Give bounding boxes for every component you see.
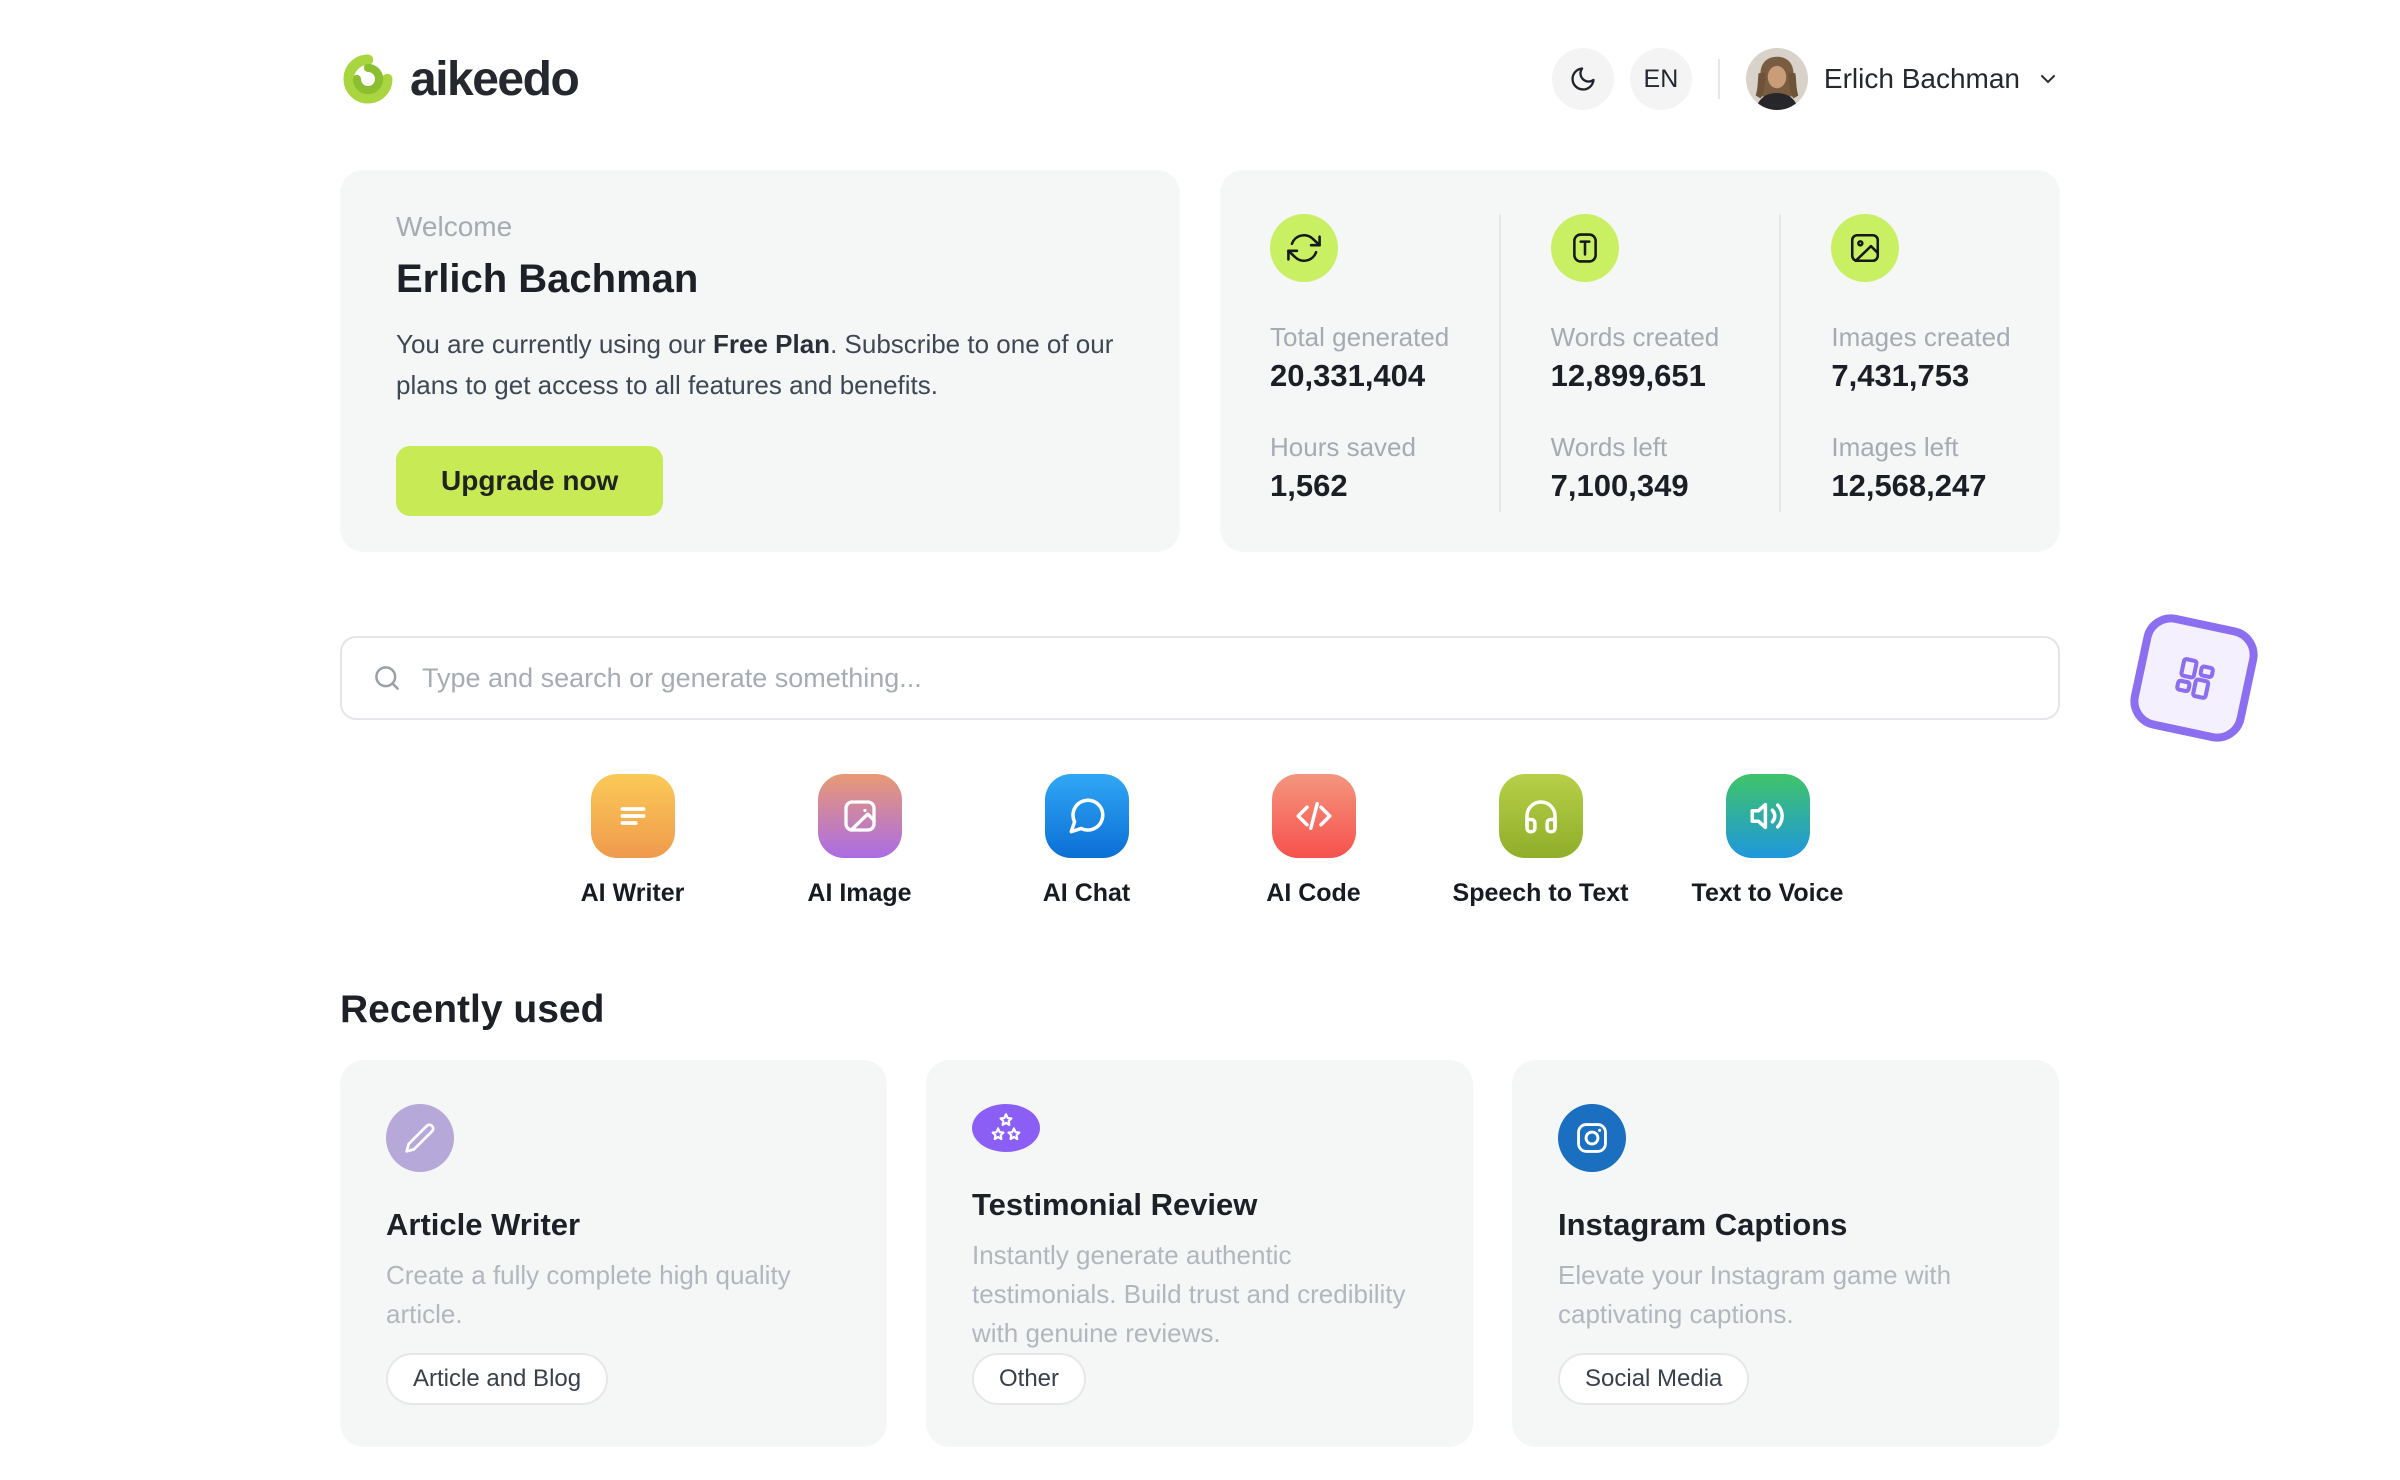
card-description: Instantly generate authentic testimonial… xyxy=(972,1240,1406,1348)
stat-value: 12,899,651 xyxy=(1550,358,1706,393)
user-name: Erlich Bachman xyxy=(1823,63,2020,94)
category-tag: Social Media xyxy=(1558,1353,1750,1405)
category-tag: Article and Blog xyxy=(386,1353,609,1405)
speaker-icon xyxy=(1725,774,1810,858)
stat-label: Total generated xyxy=(1270,322,1450,352)
code-icon xyxy=(1271,774,1356,858)
brand-name: aikeedo xyxy=(410,52,580,106)
stat-label: Hours saved xyxy=(1270,432,1416,462)
tool-ai-code[interactable]: AI Code xyxy=(1200,774,1427,908)
stat-column-words: Words created 12,899,651 Words left 7,10… xyxy=(1498,214,1780,512)
dark-mode-button[interactable] xyxy=(1551,48,1614,110)
brand-logo[interactable]: aikeedo xyxy=(340,51,580,107)
tool-label: AI Chat xyxy=(1042,879,1131,907)
stats-card: Total generated 20,331,404 Hours saved 1… xyxy=(1220,170,2060,552)
card-description: Elevate your Instagram game with captiva… xyxy=(1558,1260,1952,1329)
upgrade-button[interactable]: Upgrade now xyxy=(396,446,664,516)
category-tag: Other xyxy=(972,1353,1087,1405)
writer-icon xyxy=(590,774,675,858)
locale-button[interactable]: EN xyxy=(1629,48,1692,110)
stat-value: 7,100,349 xyxy=(1550,468,1689,503)
chevron-down-icon xyxy=(2036,67,2060,91)
stat-value: 7,431,753 xyxy=(1831,358,1970,393)
image-icon xyxy=(1831,214,1900,282)
stat-label: Images left xyxy=(1831,432,1959,462)
stars-icon xyxy=(972,1104,1040,1152)
tool-label: Text to Voice xyxy=(1691,879,1844,907)
stat-label: Images created xyxy=(1831,322,2011,352)
tag-row: Social Media xyxy=(1558,1353,2013,1405)
tools-row: AI Writer AI Image AI Chat AI Code Speec… xyxy=(340,774,2060,908)
card-instagram-captions[interactable]: Instagram Captions Elevate your Instagra… xyxy=(1512,1060,2059,1447)
stat-value: 12,568,247 xyxy=(1831,468,1987,503)
recently-used-cards: Article Writer Create a fully complete h… xyxy=(340,1060,2060,1447)
card-description: Create a fully complete high quality art… xyxy=(386,1260,791,1329)
card-article-writer[interactable]: Article Writer Create a fully complete h… xyxy=(340,1060,887,1447)
stat-label: Words left xyxy=(1550,432,1668,462)
stat-value: 20,331,404 xyxy=(1270,358,1426,393)
user-menu[interactable]: Erlich Bachman xyxy=(1745,48,2060,110)
refresh-icon xyxy=(1270,214,1338,282)
card-title: Article Writer xyxy=(386,1207,581,1242)
tool-label: AI Writer xyxy=(580,879,685,907)
pencil-icon xyxy=(386,1104,454,1172)
tool-label: Speech to Text xyxy=(1452,879,1629,907)
stat-column-images: Images created 7,431,753 Images left 12,… xyxy=(1779,214,2060,512)
card-title: Testimonial Review xyxy=(972,1187,1258,1222)
page-container: aikeedo EN Erlich Bachman Welcome Erlich… xyxy=(340,0,2060,1447)
header-actions: EN Erlich Bachman xyxy=(1551,48,2060,110)
search-icon xyxy=(372,663,402,693)
welcome-card: Welcome Erlich Bachman You are currently… xyxy=(340,170,1180,552)
tool-ai-chat[interactable]: AI Chat xyxy=(973,774,1200,908)
image-icon xyxy=(817,774,902,858)
headphones-icon xyxy=(1498,774,1583,858)
stat-label: Words created xyxy=(1550,322,1720,352)
moon-icon xyxy=(1569,65,1597,93)
search-input[interactable] xyxy=(422,662,2028,694)
stat-value: 1,562 xyxy=(1270,468,1348,503)
chat-icon xyxy=(1044,774,1129,858)
search-bar xyxy=(340,636,2060,720)
tag-row: Article and Blog xyxy=(386,1353,841,1405)
welcome-eyebrow: Welcome xyxy=(396,211,513,242)
stat-column-generated: Total generated 20,331,404 Hours saved 1… xyxy=(1220,214,1499,512)
header-divider xyxy=(1717,59,1720,99)
dashboard-grid-sticker xyxy=(2125,609,2263,747)
plan-name: Free Plan xyxy=(713,329,831,359)
header: aikeedo EN Erlich Bachman xyxy=(340,48,2060,110)
card-title: Instagram Captions xyxy=(1558,1207,1848,1242)
tag-row: Other xyxy=(972,1353,1427,1405)
hero-row: Welcome Erlich Bachman You are currently… xyxy=(340,170,2060,552)
tool-text-to-voice[interactable]: Text to Voice xyxy=(1654,774,1881,908)
tool-label: AI Image xyxy=(807,879,912,907)
tool-ai-image[interactable]: AI Image xyxy=(746,774,973,908)
avatar xyxy=(1745,48,1808,110)
grid-icon xyxy=(2160,644,2229,713)
tool-ai-writer[interactable]: AI Writer xyxy=(519,774,746,908)
tool-speech-to-text[interactable]: Speech to Text xyxy=(1427,774,1654,908)
tool-label: AI Code xyxy=(1266,879,1361,907)
recently-used-title: Recently used xyxy=(340,988,605,1031)
brand-swirl-icon xyxy=(340,51,396,107)
card-testimonial-review[interactable]: Testimonial Review Instantly generate au… xyxy=(926,1060,1473,1447)
plan-description: You are currently using our Free Plan. S… xyxy=(396,329,1114,400)
text-icon xyxy=(1550,214,1619,282)
instagram-icon xyxy=(1558,1104,1626,1172)
welcome-user-name: Erlich Bachman xyxy=(396,257,699,301)
